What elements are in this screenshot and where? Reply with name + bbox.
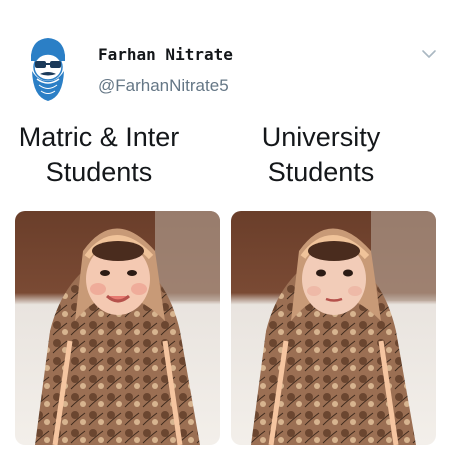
tweet-photo-left[interactable] <box>15 211 220 445</box>
left-caption: Matric & Inter Students <box>0 120 199 190</box>
left-caption-line1: Matric & Inter <box>18 122 180 152</box>
right-caption: University Students <box>221 120 421 190</box>
author-handle[interactable]: @FarhanNitrate5 <box>98 76 229 96</box>
left-caption-line2: Students <box>45 157 153 187</box>
right-caption-line1: University <box>261 122 381 152</box>
baby-photo-smiling <box>15 211 220 445</box>
tweet-card: Farhan Nitrate @FarhanNitrate5 Matric & … <box>0 0 450 450</box>
tweet-photo-right[interactable] <box>231 211 436 445</box>
tweet-menu-button[interactable] <box>419 44 439 64</box>
avatar-icon <box>23 35 73 105</box>
author-display-name[interactable]: Farhan Nitrate <box>98 45 233 64</box>
chevron-down-icon <box>422 50 436 58</box>
right-caption-line2: Students <box>267 157 375 187</box>
avatar[interactable] <box>23 35 73 105</box>
baby-photo-neutral <box>231 211 436 445</box>
